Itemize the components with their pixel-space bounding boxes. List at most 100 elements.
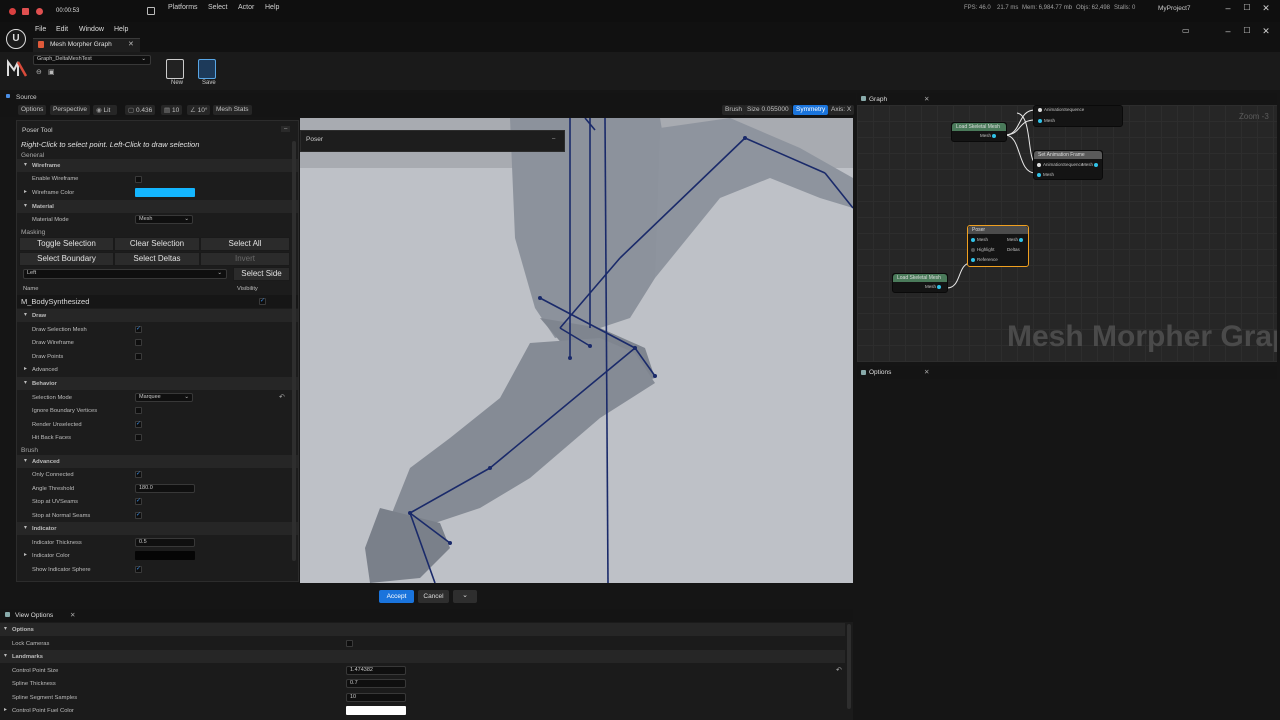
menu-actor[interactable]: Actor [238, 4, 254, 11]
cancel-button[interactable]: Cancel [418, 590, 449, 603]
chevron-right-icon[interactable]: ▸ [4, 707, 7, 713]
view-options-scrollbar[interactable] [847, 624, 851, 709]
indicator-color-swatch[interactable] [135, 551, 195, 560]
symmetry-toggle[interactable]: Symmetry [793, 105, 829, 115]
brush-size-field[interactable]: Size 0.055000 [744, 105, 792, 115]
lit-button[interactable]: ◉ Lit [93, 105, 117, 115]
viewport[interactable] [300, 118, 853, 583]
editor-minimize-icon[interactable]: – [1222, 26, 1234, 36]
show-indicator-sphere-checkbox[interactable]: ✓ [135, 566, 142, 573]
stop-uv-seams-checkbox[interactable]: ✓ [135, 498, 142, 505]
menu-edit[interactable]: Edit [56, 26, 68, 33]
mesh-visibility-checkbox[interactable]: ✓ [259, 298, 266, 305]
graph-asset-dropdown[interactable]: Graph_DeltaMeshTest ⌄ [33, 55, 151, 65]
draw-section[interactable]: Draw [32, 313, 46, 319]
chevron-down-icon[interactable]: ▾ [24, 525, 27, 531]
brush-advanced-section[interactable]: Advanced [32, 459, 60, 465]
view-options-section[interactable]: Options [12, 627, 34, 633]
layout-icon[interactable]: ▭ [1182, 26, 1190, 35]
wireframe-color-swatch[interactable] [135, 188, 195, 197]
draw-points-checkbox[interactable] [135, 353, 142, 360]
new-icon[interactable] [166, 59, 184, 79]
select-side-button[interactable]: Select Side [233, 267, 290, 281]
stop-normal-seams-checkbox[interactable]: ✓ [135, 512, 142, 519]
poser-overlay-collapse-icon[interactable]: – [552, 136, 555, 142]
material-mode-dropdown[interactable]: Mesh ⌄ [135, 215, 193, 224]
indicator-thickness-input[interactable]: 0.5 [135, 538, 195, 547]
minimize-icon[interactable]: – [1222, 3, 1234, 13]
only-connected-checkbox[interactable]: ✓ [135, 471, 142, 478]
select-all-button[interactable]: Select All [200, 237, 290, 251]
invert-button[interactable]: Invert [200, 252, 290, 266]
grid-snap-button[interactable]: ▤ 10 [161, 105, 183, 115]
save-icon[interactable] [198, 59, 216, 79]
chevron-down-icon[interactable]: ▾ [24, 312, 27, 318]
hit-back-faces-checkbox[interactable] [135, 434, 142, 441]
landmarks-section[interactable]: Landmarks [12, 654, 43, 660]
node-set-animation-frame[interactable]: Set Animation Frame AnimationSequence Me… [1033, 150, 1103, 180]
browse-icon[interactable]: ⊖ [36, 68, 42, 76]
graph-canvas[interactable]: AnimationSequence Mesh Load Skeletal Mes… [857, 105, 1277, 362]
menu-help[interactable]: Help [265, 4, 279, 11]
chevron-down-icon[interactable]: ▾ [24, 162, 27, 168]
record-icon[interactable] [9, 8, 16, 15]
reset-icon[interactable]: ↶ [279, 393, 285, 401]
node-load-skeletal-mesh[interactable]: Load Skeletal Mesh Mesh [951, 122, 1007, 142]
reset-icon[interactable]: ↶ [836, 666, 842, 674]
menu-file[interactable]: File [35, 26, 46, 33]
select-deltas-button[interactable]: Select Deltas [114, 252, 200, 266]
mesh-list-item[interactable]: M_BodySynthesized [21, 297, 89, 306]
wireframe-section[interactable]: Wireframe [32, 163, 60, 169]
brush-button[interactable]: Brush [722, 105, 745, 115]
ignore-boundary-checkbox[interactable] [135, 407, 142, 414]
graph-close-icon[interactable]: ✕ [924, 95, 929, 103]
viewport-options-button[interactable]: Options [18, 105, 47, 115]
menu-select[interactable]: Select [208, 4, 227, 11]
accept-button[interactable]: Accept [379, 590, 414, 603]
indicator-section[interactable]: Indicator [32, 526, 56, 532]
mesh-stats-button[interactable]: Mesh Stats [213, 105, 252, 115]
toggle-selection-button[interactable]: Toggle Selection [19, 237, 114, 251]
lock-cameras-checkbox[interactable] [346, 640, 353, 647]
behavior-section[interactable]: Behavior [32, 381, 57, 387]
selection-mode-dropdown[interactable]: Marquee ⌄ [135, 393, 193, 402]
view-options-close-icon[interactable]: ✕ [70, 611, 75, 619]
poser-tool-scrollbar[interactable] [292, 141, 296, 561]
render-unselected-checkbox[interactable]: ✓ [135, 421, 142, 428]
node-poser[interactable]: Poser Mesh Mesh Highlight Deltas Referen… [967, 225, 1029, 267]
chevron-down-icon[interactable]: ▾ [4, 626, 7, 632]
rotation-snap-button[interactable]: ∠ 10° [187, 105, 211, 115]
node-top-partial[interactable]: AnimationSequence Mesh [1033, 105, 1123, 127]
chevron-right-icon[interactable]: ▸ [24, 366, 27, 372]
chevron-right-icon[interactable]: ▸ [24, 189, 27, 195]
menu-window[interactable]: Window [79, 26, 104, 33]
camera-speed-button[interactable]: ▢ 0.436 [125, 105, 156, 115]
screenshot-icon[interactable] [147, 7, 155, 15]
axis-selector[interactable]: Axis: X [828, 105, 855, 115]
tab-close-icon[interactable]: ✕ [128, 40, 134, 48]
control-point-color-swatch[interactable] [346, 706, 406, 715]
node-load-skeletal-mesh-2[interactable]: Load Skeletal Mesh Mesh [892, 273, 948, 293]
enable-wireframe-checkbox[interactable] [135, 176, 142, 183]
control-point-size-input[interactable]: 1.474382 [346, 666, 406, 675]
editor-close-icon[interactable]: ✕ [1260, 26, 1272, 37]
close-icon[interactable]: ✕ [1260, 3, 1272, 14]
maximize-icon[interactable]: ☐ [1241, 3, 1253, 12]
draw-advanced-section[interactable]: Advanced [32, 367, 58, 373]
draw-wireframe-checkbox[interactable] [135, 339, 142, 346]
more-options-chevron-icon[interactable]: ⌄ [453, 590, 477, 603]
spline-segment-samples-input[interactable]: 10 [346, 693, 406, 702]
editor-maximize-icon[interactable]: ☐ [1241, 26, 1253, 35]
chevron-down-icon[interactable]: ▾ [24, 203, 27, 209]
pause-icon[interactable] [36, 8, 43, 15]
stop-icon[interactable] [22, 8, 29, 15]
options-close-icon[interactable]: ✕ [924, 368, 929, 376]
chevron-down-icon[interactable]: ▾ [24, 458, 27, 464]
folder-icon[interactable]: ▣ [48, 68, 55, 76]
spline-thickness-input[interactable]: 0.7 [346, 679, 406, 688]
chevron-down-icon[interactable]: ▾ [24, 380, 27, 386]
material-section[interactable]: Material [32, 204, 54, 210]
menu-help-editor[interactable]: Help [114, 26, 128, 33]
select-boundary-button[interactable]: Select Boundary [19, 252, 114, 266]
menu-platforms[interactable]: Platforms [168, 4, 198, 11]
